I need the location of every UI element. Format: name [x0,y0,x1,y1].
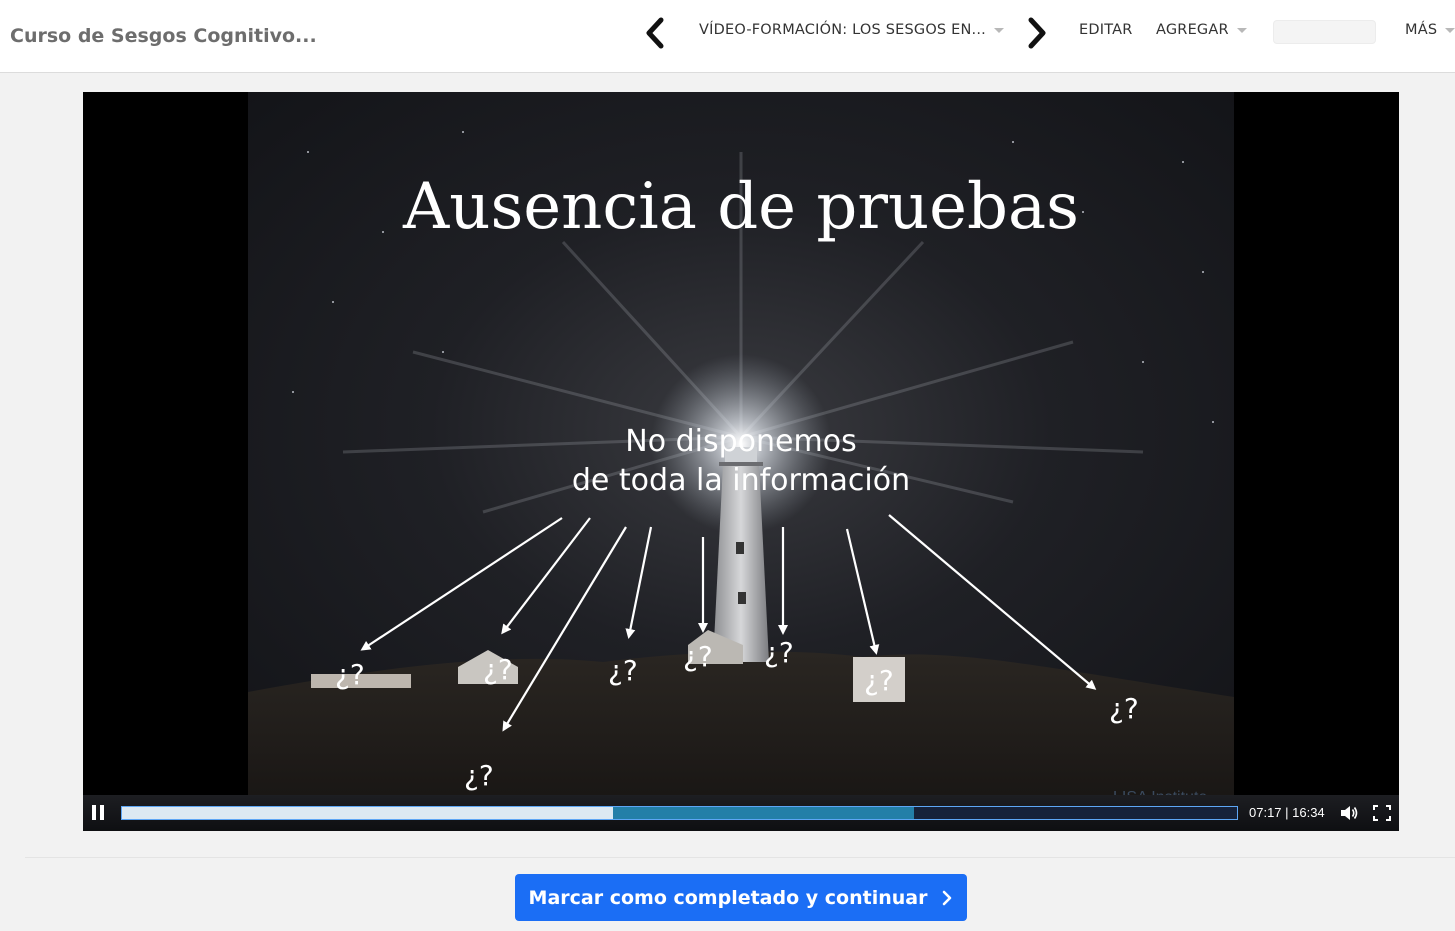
volume-button[interactable] [1339,804,1359,822]
progress-bar[interactable] [121,806,1238,820]
slide-subtitle-line-1: No disponemos [625,424,857,459]
time-readout: 07:17 | 16:34 [1249,805,1325,820]
question-mark-label: ¿? [335,658,365,691]
question-mark-label: ¿? [464,759,494,792]
caret-down-icon [1445,27,1455,33]
question-mark-label: ¿? [864,664,894,697]
question-mark-label: ¿? [1109,692,1139,725]
caret-down-icon [994,27,1004,33]
lesson-selector-label: VÍDEO-FORMACIÓN: LOS SESGOS EN... [699,22,986,38]
question-mark-label: ¿? [683,640,713,673]
player-controls: 07:17 | 16:34 [83,795,1399,831]
more-menu[interactable]: MÁS [1405,22,1455,38]
mark-complete-button[interactable]: Marcar como completado y continuar [515,874,967,921]
lesson-selector[interactable]: VÍDEO-FORMACIÓN: LOS SESGOS EN... [699,22,1004,38]
pause-icon [100,805,104,820]
add-menu[interactable]: AGREGAR [1156,22,1247,38]
pause-icon [92,805,96,820]
progress-played [122,807,613,819]
more-menu-label: MÁS [1405,22,1438,38]
chevron-right-icon [943,890,952,905]
fullscreen-button[interactable] [1373,805,1391,821]
edit-link[interactable]: EDITAR [1079,22,1133,38]
next-arrow-icon [1028,17,1046,49]
slide-subtitle-line-2: de toda la información [571,463,911,498]
question-mark-label: ¿? [608,654,638,687]
fullscreen-icon [1373,805,1391,821]
question-mark-label: ¿? [764,636,794,669]
add-menu-label: AGREGAR [1156,22,1229,38]
previous-lesson-button[interactable] [641,14,671,52]
volume-icon [1341,806,1358,820]
top-navigation-bar: Curso de Sesgos Cognitivo... VÍDEO-FORMA… [0,0,1455,73]
mark-complete-label: Marcar como completado y continuar [528,886,928,909]
question-mark-label: ¿? [483,653,513,686]
caret-down-icon [1236,27,1247,33]
video-player[interactable]: LISA Institute Ausencia de pruebas No di… [83,92,1399,831]
course-title[interactable]: Curso de Sesgos Cognitivo... [10,25,317,47]
slide-title: Ausencia de pruebas [403,170,1079,244]
pause-button[interactable] [89,805,107,821]
slide-subtitle: No disponemos de toda la información [248,422,1234,500]
next-lesson-button[interactable] [1021,14,1051,52]
content-divider [25,857,1455,858]
prev-arrow-icon [646,17,664,49]
user-pill[interactable] [1273,20,1376,44]
